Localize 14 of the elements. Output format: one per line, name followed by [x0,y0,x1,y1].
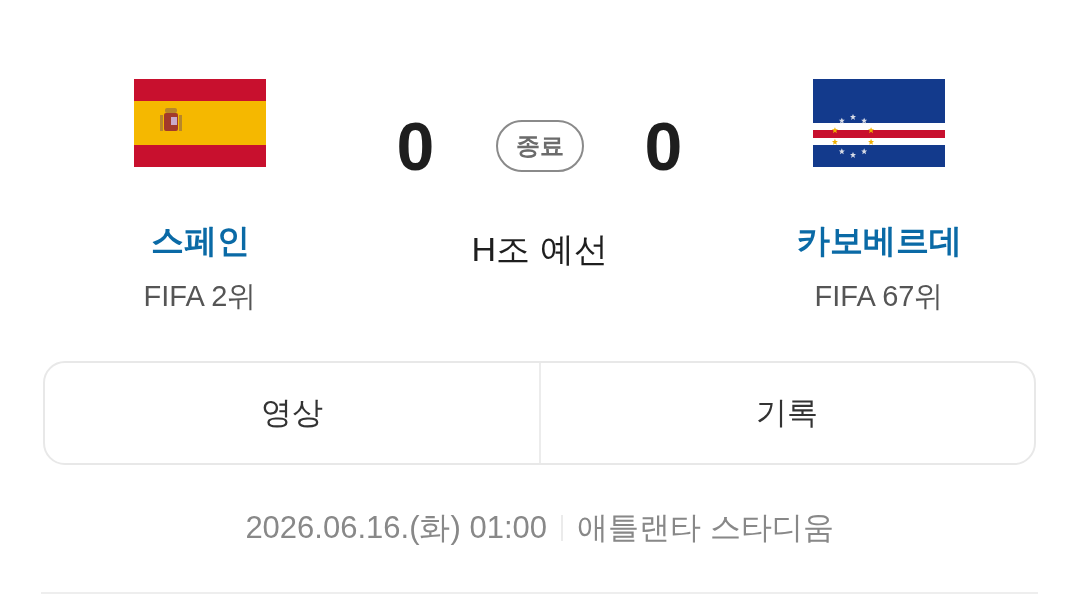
match-stage: H조 예선 [471,229,608,269]
tab-button[interactable]: 기록 [538,363,1034,463]
flag-icon [813,79,945,167]
team-name-link[interactable]: 스페인 [150,221,250,261]
tab-button[interactable]: 영상 [45,363,539,463]
flag-icon [134,79,266,167]
away-score: 0 [643,113,684,179]
stadium-name: 애틀랜타 스타디움 [577,508,834,547]
fifa-rank: FIFA 67위 [814,279,944,313]
home-score: 0 [395,113,436,179]
match-status-badge: 종료 [495,120,584,172]
match-datetime: 2026.06.16.(화) 01:00 [245,508,547,547]
team-name-link[interactable]: 카보베르데 [796,221,962,261]
fifa-rank: FIFA 2위 [143,279,257,313]
